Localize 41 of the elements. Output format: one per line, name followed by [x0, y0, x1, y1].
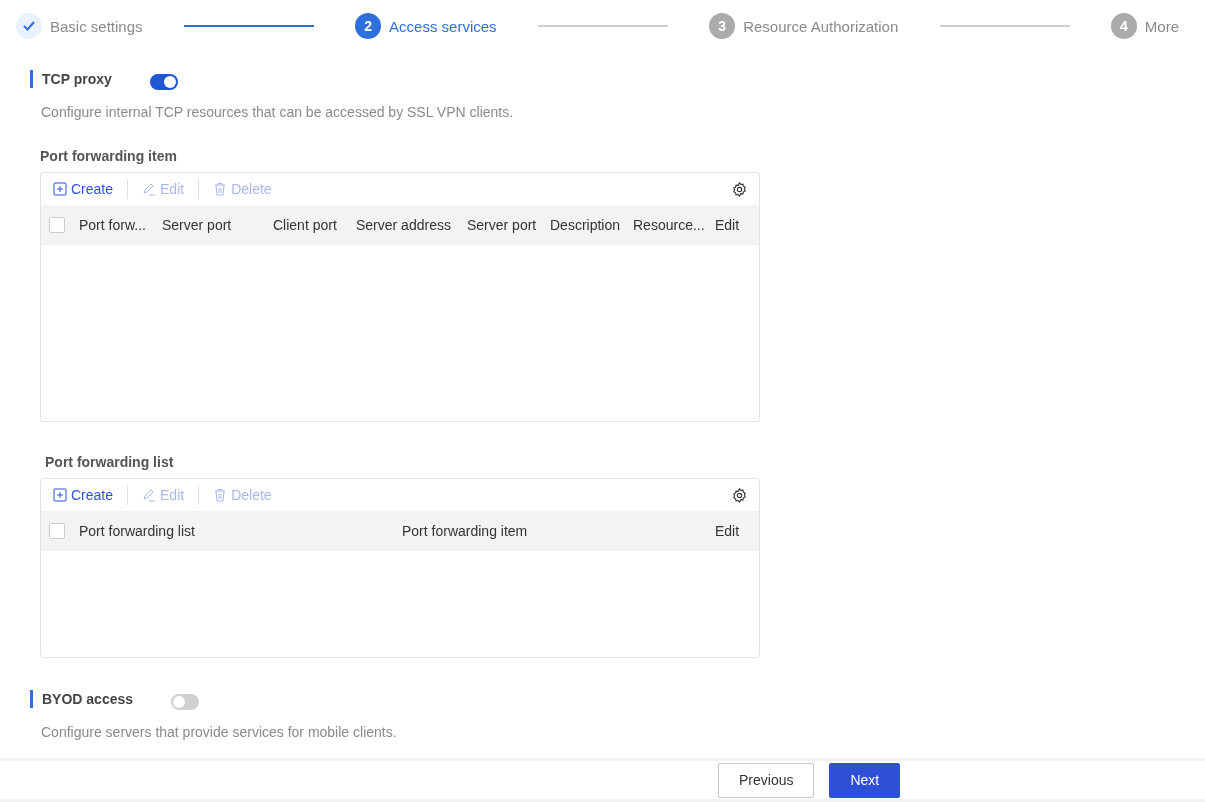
section-description: Configure servers that provide services for mobile clients. — [41, 724, 398, 740]
column-header: Edit — [715, 217, 741, 233]
settings-icon[interactable] — [732, 181, 747, 197]
section-description: Configure internal TCP resources that can be accessed by SSL VPN clients. — [41, 104, 515, 120]
column-header: Server port — [467, 217, 538, 233]
next-button[interactable]: Next — [829, 762, 901, 798]
plus-square-icon — [53, 182, 67, 196]
toolbar-button[interactable]: Create — [53, 181, 114, 197]
pencil-icon — [142, 182, 157, 196]
step-label: More — [1144, 17, 1179, 35]
section-title: BYOD access — [30, 690, 134, 708]
toggle-switch[interactable] — [171, 694, 200, 710]
step-label: Basic settings — [50, 17, 143, 35]
table-title: Port forwarding item — [40, 148, 178, 164]
toolbar-button[interactable]: Create — [53, 487, 114, 503]
select-all-checkbox[interactable] — [49, 217, 65, 233]
column-header: Resource... — [633, 217, 706, 233]
check-icon — [23, 21, 35, 31]
step-label: Access services — [389, 17, 497, 35]
column-header: Server port — [162, 217, 233, 233]
table-title: Port forwarding list — [45, 454, 175, 470]
trash-icon — [213, 182, 228, 196]
select-all-checkbox[interactable] — [49, 523, 65, 539]
toggle-switch[interactable] — [149, 74, 178, 90]
step-number: 4 — [1110, 13, 1137, 39]
column-header: Server address — [356, 217, 452, 233]
previous-button[interactable]: Previous — [718, 762, 815, 798]
column-header: Port forwarding list — [79, 523, 196, 539]
column-header: Edit — [715, 523, 741, 539]
section-title: TCP proxy — [30, 70, 112, 88]
column-header: Client port — [273, 217, 338, 233]
step-number: 2 — [355, 13, 382, 39]
pencil-icon — [142, 488, 157, 502]
column-header: Description — [550, 217, 622, 233]
column-header: Port forw... — [79, 217, 147, 233]
settings-icon[interactable] — [732, 487, 747, 503]
column-header: Port forwarding item — [402, 523, 529, 539]
step-label: Resource Authorization — [743, 17, 899, 35]
plus-square-icon — [53, 488, 67, 502]
step-number: 3 — [709, 13, 736, 39]
trash-icon — [213, 488, 228, 502]
